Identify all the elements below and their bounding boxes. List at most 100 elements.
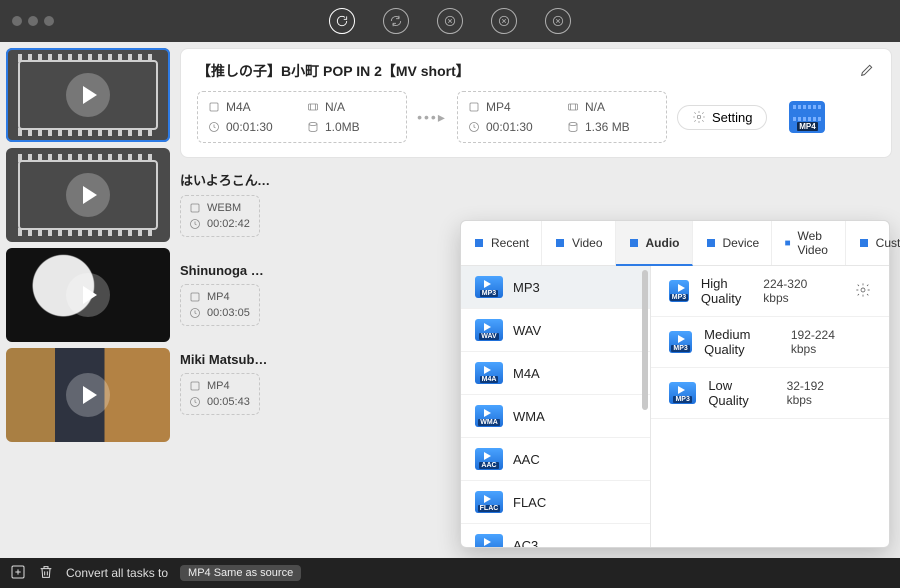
quality-item[interactable]: MP3 Medium Quality 192-224 kbps: [651, 317, 889, 368]
maximize-dot[interactable]: [44, 16, 54, 26]
source-format: MP4: [207, 380, 230, 392]
source-format: M4A: [226, 100, 251, 114]
task-title: はいよろこんで こっちのけんと MV: [180, 166, 272, 195]
format-item-wav[interactable]: WAV WAV: [461, 309, 650, 352]
sidebar-thumbnail[interactable]: [6, 48, 170, 142]
source-duration: 00:05:43: [207, 396, 250, 408]
convert-all-label: Convert all tasks to: [66, 566, 168, 580]
titlebar-icons: [329, 8, 571, 34]
edit-icon[interactable]: [859, 62, 875, 81]
format-item-flac[interactable]: FLAC FLAC: [461, 481, 650, 524]
format-label: WMA: [513, 409, 545, 424]
quality-bitrate: 32-192 kbps: [787, 379, 851, 407]
format-label: AC3: [513, 538, 538, 548]
format-label: WAV: [513, 323, 541, 338]
target-fps: N/A: [585, 100, 605, 114]
format-item-mp3[interactable]: MP3 MP3: [461, 266, 650, 309]
format-label: AAC: [513, 452, 540, 467]
task-title: 【推しの子】B小町 POP IN 2【MV short】: [197, 61, 470, 81]
tab-custom[interactable]: Custom: [846, 221, 900, 265]
format-item-m4a[interactable]: M4A M4A: [461, 352, 650, 395]
bottombar: Convert all tasks to MP4 Same as source: [0, 558, 900, 588]
close-dot[interactable]: [12, 16, 22, 26]
scrollbar[interactable]: [642, 270, 648, 543]
format-picker: RecentVideoAudioDeviceWeb VideoCustom MP…: [460, 220, 890, 548]
tab-audio[interactable]: Audio: [616, 221, 693, 266]
window-controls[interactable]: [12, 16, 54, 26]
gear-icon[interactable]: [855, 282, 871, 301]
quality-bitrate: 192-224 kbps: [791, 328, 851, 356]
play-icon: [66, 273, 110, 317]
task-title: Shinunoga E-W: [180, 259, 272, 284]
play-icon: [66, 373, 110, 417]
target-size: 1.36 MB: [585, 120, 630, 134]
arrow-icon: •••▸: [417, 109, 447, 126]
tab-web-video[interactable]: Web Video: [772, 221, 845, 265]
format-icon: AAC: [475, 448, 503, 470]
format-list[interactable]: MP3 MP3 WAV WAV M4A M4A WMAWMA AAC AAC FLAC FLAC AC…: [461, 266, 651, 547]
quality-item[interactable]: MP3 Low Quality 32-192 kbps: [651, 368, 889, 419]
delete-task-icon[interactable]: [38, 564, 54, 583]
tab-recent[interactable]: Recent: [461, 221, 542, 265]
quality-item[interactable]: MP3 High Quality 224-320 kbps: [651, 266, 889, 317]
refresh-icon[interactable]: [383, 8, 409, 34]
tab-label: Recent: [491, 236, 529, 250]
tab-label: Web Video: [797, 229, 832, 257]
source-info-box: MP4 00:05:43: [180, 373, 260, 415]
format-icon: MP3: [669, 280, 689, 302]
format-icon: WAV: [475, 319, 503, 341]
format-label: M4A: [513, 366, 540, 381]
convert-all-dropdown[interactable]: MP4 Same as source: [180, 565, 301, 581]
format-icon: AC3: [475, 534, 503, 547]
quality-label: Medium Quality: [704, 327, 779, 357]
source-info-box: M4A N/A 00:01:30 1.0MB: [197, 91, 407, 143]
sidebar-thumbnail[interactable]: [6, 348, 170, 442]
source-format: WEBM: [207, 202, 241, 214]
target-format: MP4: [486, 100, 511, 114]
target-info-box: MP4 N/A 00:01:30 1.36 MB: [457, 91, 667, 143]
setting-button[interactable]: Setting: [677, 105, 767, 130]
tab-label: Audio: [646, 236, 680, 250]
format-item-wma[interactable]: WMAWMA: [461, 395, 650, 438]
play-icon: [66, 73, 110, 117]
source-size: 1.0MB: [325, 120, 360, 134]
source-duration: 00:03:05: [207, 307, 250, 319]
task-card[interactable]: 【推しの子】B小町 POP IN 2【MV short】 M4A N/A 00:…: [180, 48, 892, 158]
titlebar: [0, 0, 900, 42]
sidebar: [0, 42, 176, 558]
quality-bitrate: 224-320 kbps: [763, 277, 815, 305]
minimize-dot[interactable]: [28, 16, 38, 26]
format-label: MP3: [513, 280, 540, 295]
play-icon: [66, 173, 110, 217]
setting-label: Setting: [712, 110, 752, 125]
format-icon: MP3: [669, 382, 696, 404]
format-picker-tabs: RecentVideoAudioDeviceWeb VideoCustom: [461, 221, 889, 266]
format-badge[interactable]: MP4: [789, 101, 825, 133]
quality-label: Low Quality: [708, 378, 774, 408]
format-icon: M4A: [475, 362, 503, 384]
format-item-ac3[interactable]: AC3 AC3: [461, 524, 650, 547]
sync-icon[interactable]: [329, 8, 355, 34]
tab-device[interactable]: Device: [693, 221, 773, 265]
format-icon: MP3: [669, 331, 692, 353]
format-icon: MP3: [475, 276, 503, 298]
task-title: Miki Matsubara: [180, 348, 272, 373]
sidebar-thumbnail[interactable]: [6, 248, 170, 342]
target-duration: 00:01:30: [486, 120, 533, 134]
tab-label: Custom: [876, 236, 900, 250]
add-task-icon[interactable]: [10, 564, 26, 583]
source-info-box: MP4 00:03:05: [180, 284, 260, 326]
format-label: FLAC: [513, 495, 546, 510]
quality-list[interactable]: MP3 High Quality 224-320 kbps MP3 Medium Qua…: [651, 266, 889, 547]
content: 【推しの子】B小町 POP IN 2【MV short】 M4A N/A 00:…: [176, 42, 900, 558]
tab-video[interactable]: Video: [542, 221, 615, 265]
format-item-aac[interactable]: AAC AAC: [461, 438, 650, 481]
film-add-icon[interactable]: [491, 8, 517, 34]
tab-label: Device: [723, 236, 760, 250]
film-edit-icon[interactable]: [437, 8, 463, 34]
format-icon: FLAC: [475, 491, 503, 513]
quality-label: High Quality: [701, 276, 751, 306]
sidebar-thumbnail[interactable]: [6, 148, 170, 242]
source-fps: N/A: [325, 100, 345, 114]
film-settings-icon[interactable]: [545, 8, 571, 34]
